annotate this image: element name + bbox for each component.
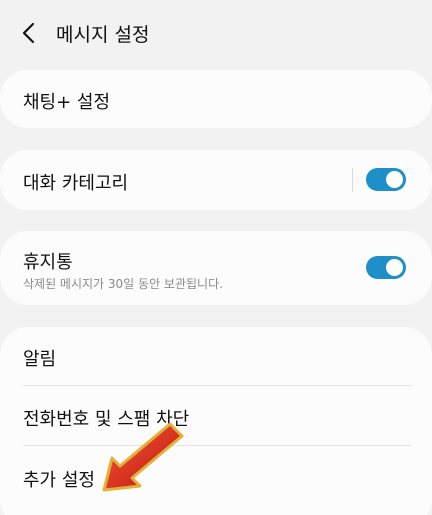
block-numbers-spam-label: 전화번호 및 스팸 차단 — [23, 409, 190, 430]
chat-plus-settings-label: 채팅+ 설정 — [23, 92, 111, 113]
toggle-knob — [386, 171, 403, 188]
more-settings-item[interactable]: 추가 설정 — [0, 446, 432, 504]
settings-list-card: 알림 전화번호 및 스팸 차단 추가 설정 — [0, 327, 432, 515]
chevron-left-icon — [22, 22, 35, 44]
conversation-categories-toggle[interactable] — [366, 168, 406, 191]
conversation-categories-label: 대화 카테고리 — [23, 173, 129, 194]
block-numbers-spam-item[interactable]: 전화번호 및 스팸 차단 — [0, 386, 432, 444]
more-settings-label: 추가 설정 — [23, 470, 95, 491]
notifications-item[interactable]: 알림 — [0, 327, 432, 385]
trash-description: 삭제된 메시지가 30일 동안 보관됩니다. — [23, 277, 223, 291]
trash-item[interactable]: 휴지통 삭제된 메시지가 30일 동안 보관됩니다. — [0, 231, 432, 305]
conversation-categories-item[interactable]: 대화 카테고리 — [0, 150, 432, 210]
trash-label: 휴지통 — [23, 252, 73, 273]
trash-toggle[interactable] — [366, 256, 406, 279]
page-title: 메시지 설정 — [56, 24, 150, 46]
vertical-divider — [352, 168, 353, 192]
chat-plus-settings-item[interactable]: 채팅+ 설정 — [0, 70, 432, 128]
notifications-label: 알림 — [23, 349, 57, 370]
app-header: 메시지 설정 — [0, 0, 432, 66]
back-button[interactable] — [14, 18, 44, 48]
toggle-knob — [386, 259, 403, 276]
